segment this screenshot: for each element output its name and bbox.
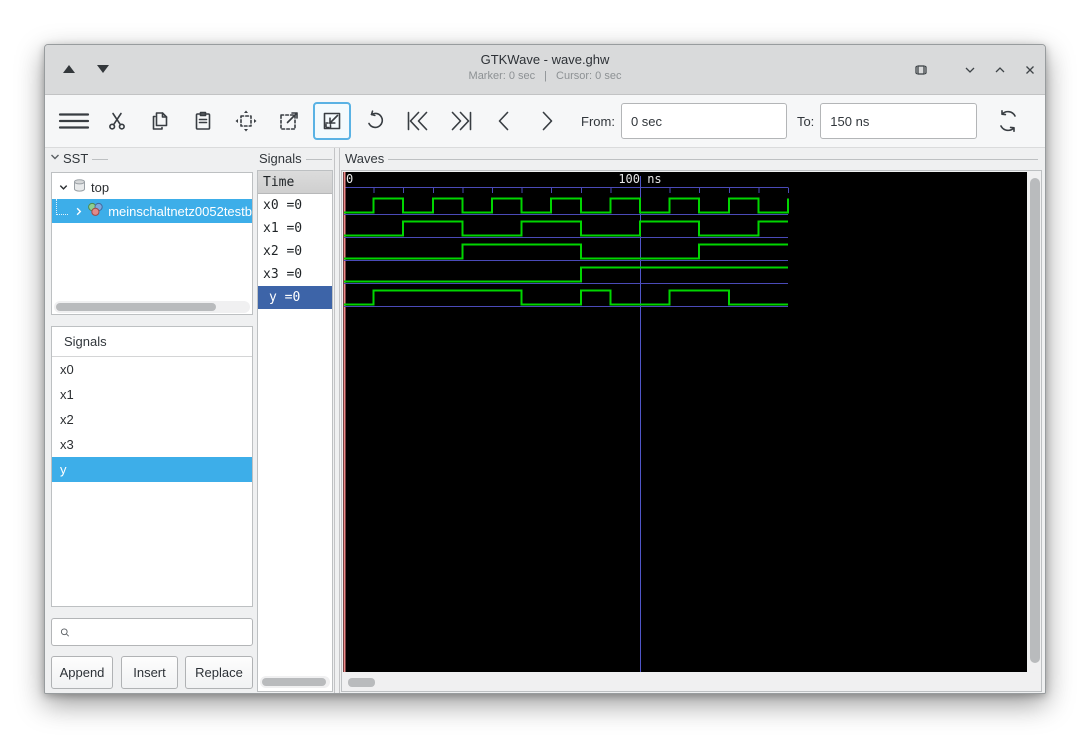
main-area: SST top meinschaltnetz0052testb Signals … — [45, 147, 1045, 693]
menu-icon — [58, 113, 90, 129]
signal-name-row[interactable]: x3 =0 — [258, 263, 332, 286]
signal-list-item[interactable]: x0 — [52, 357, 252, 382]
zoom-fit-button[interactable] — [227, 102, 265, 140]
waves-panel: 0 100 ns — [341, 170, 1042, 692]
maximize-icon — [995, 67, 1005, 73]
signal-list-item-selected[interactable]: y — [52, 457, 252, 482]
sst-hscrollbar[interactable] — [54, 301, 250, 313]
window-title: GTKWave - wave.ghw — [480, 52, 610, 67]
from-input[interactable] — [620, 103, 787, 139]
signal-search-box — [51, 618, 253, 646]
search-input[interactable] — [76, 620, 252, 644]
time-column-header[interactable]: Time — [258, 171, 332, 194]
restore-button[interactable] — [912, 61, 930, 79]
reload-icon — [1000, 110, 1017, 132]
waves-vscrollbar-thumb[interactable] — [1030, 178, 1040, 663]
signal-list-item[interactable]: x2 — [52, 407, 252, 432]
paste-button[interactable] — [184, 102, 222, 140]
zoom-out-button[interactable] — [313, 102, 351, 140]
marker-status: Marker: 0 sec — [468, 70, 536, 82]
copy-button[interactable] — [141, 102, 179, 140]
to-input[interactable] — [820, 103, 978, 139]
step-right-icon — [542, 111, 553, 131]
append-button[interactable]: Append — [51, 656, 113, 689]
pane-splitter[interactable] — [334, 148, 340, 693]
skip-to-start-button[interactable] — [399, 102, 437, 140]
chevron-right-icon[interactable] — [72, 206, 86, 217]
close-icon — [1026, 66, 1034, 74]
signals-frame-label: Signals — [259, 150, 333, 167]
restore-icon — [915, 65, 927, 75]
signal-search-panel: Signals x0 x1 x2 x3 y — [51, 326, 253, 607]
sst-hscrollbar-thumb[interactable] — [56, 303, 216, 311]
signal-name-row-selected[interactable]: y =0 — [258, 286, 332, 309]
undo-icon — [368, 110, 384, 129]
step-left-button[interactable] — [485, 102, 523, 140]
signal-list-item[interactable]: x3 — [52, 432, 252, 457]
waves-frame-label: Waves — [345, 150, 1039, 167]
status-separator: | — [544, 70, 548, 82]
skip-to-end-button[interactable] — [442, 102, 480, 140]
signal-list-item[interactable]: x1 — [52, 382, 252, 407]
insert-button[interactable]: Insert — [121, 656, 178, 689]
maximize-button[interactable] — [991, 61, 1009, 79]
cut-icon — [109, 112, 125, 130]
skip-to-end-icon — [451, 111, 472, 131]
names-hscrollbar[interactable] — [260, 676, 330, 688]
svg-text:100 ns: 100 ns — [618, 172, 661, 186]
undo-button[interactable] — [356, 102, 394, 140]
replace-button[interactable]: Replace — [185, 656, 253, 689]
paste-icon — [195, 111, 211, 130]
zoom-fit-icon — [235, 110, 257, 132]
cursor-status: Cursor: 0 sec — [556, 70, 622, 82]
reload-button[interactable] — [989, 102, 1027, 140]
titlebar-center: GTKWave - wave.ghw Marker: 0 sec | Curso… — [45, 52, 1045, 82]
close-button[interactable] — [1021, 61, 1039, 79]
signal-name-row[interactable]: x2 =0 — [258, 240, 332, 263]
toolbar: From: To: — [45, 95, 1045, 147]
sst-frame-label: SST — [49, 150, 109, 167]
titlebar: GTKWave - wave.ghw Marker: 0 sec | Curso… — [45, 45, 1045, 95]
waves-vscrollbar[interactable] — [1028, 172, 1041, 672]
chevron-down-icon[interactable] — [56, 182, 70, 193]
skip-to-start-icon — [407, 111, 428, 131]
waves-hscrollbar-thumb[interactable] — [348, 678, 375, 687]
module-icon — [87, 202, 104, 220]
signal-name-row[interactable]: x1 =0 — [258, 217, 332, 240]
signal-name-row[interactable]: x0 =0 — [258, 194, 332, 217]
sst-tree-item-label: meinschaltnetz0052testb — [108, 203, 252, 219]
sst-tree-panel: top meinschaltnetz0052testb — [51, 172, 253, 315]
sst-tree-item-top[interactable]: top — [52, 175, 252, 199]
signal-list-header: Signals — [52, 327, 252, 357]
cut-button[interactable] — [98, 102, 136, 140]
from-label: From: — [581, 113, 615, 129]
zoom-out-icon — [323, 112, 341, 130]
sst-tree-item-module[interactable]: meinschaltnetz0052testb — [52, 199, 252, 223]
to-label: To: — [796, 113, 815, 129]
signal-names-panel: Time x0 =0 x1 =0 x2 =0 x3 =0 y =0 — [257, 170, 333, 692]
zoom-in-button[interactable] — [270, 102, 308, 140]
chevron-down-icon[interactable] — [49, 151, 61, 166]
gtkwave-window: GTKWave - wave.ghw Marker: 0 sec | Curso… — [44, 44, 1046, 694]
search-icon — [60, 627, 70, 637]
step-left-icon — [498, 111, 509, 131]
minimize-icon — [965, 67, 975, 73]
minimize-button[interactable] — [961, 61, 979, 79]
database-icon — [72, 178, 87, 196]
sst-tree-item-label: top — [91, 179, 110, 195]
names-hscrollbar-thumb[interactable] — [262, 678, 326, 686]
waves-hscrollbar[interactable] — [343, 673, 1041, 691]
zoom-in-icon — [280, 112, 298, 130]
svg-text:0: 0 — [346, 172, 353, 186]
copy-icon — [152, 112, 168, 130]
step-right-button[interactable] — [528, 102, 566, 140]
tree-guide-line — [56, 199, 68, 215]
menu-button[interactable] — [55, 102, 93, 140]
wave-canvas[interactable]: 0 100 ns — [343, 172, 1027, 672]
